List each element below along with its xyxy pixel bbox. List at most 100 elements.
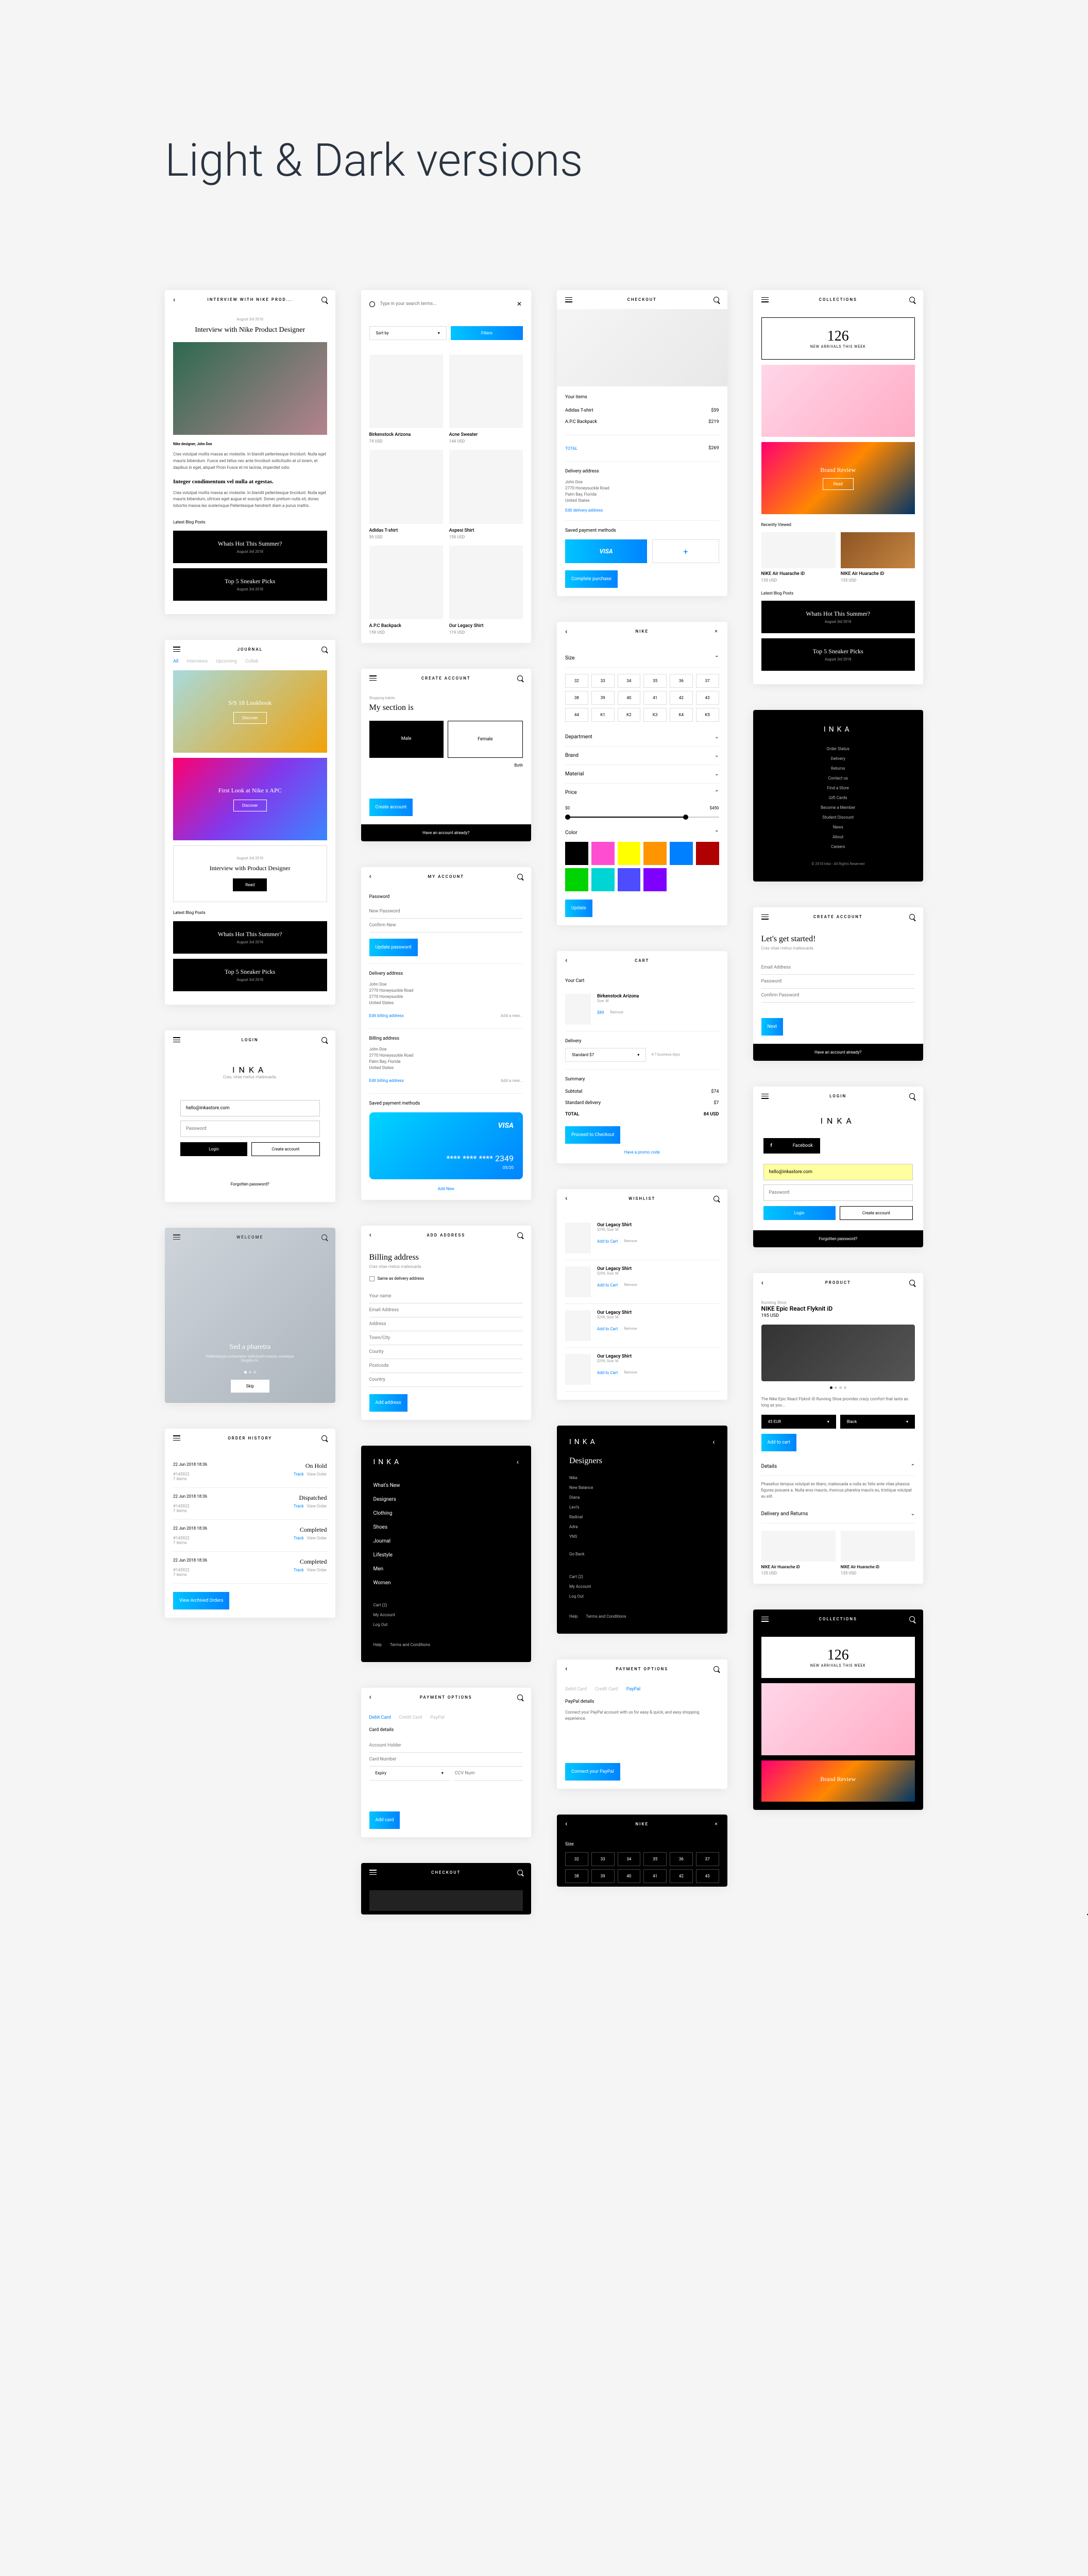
ccv-input[interactable] (455, 1767, 523, 1781)
nav-item[interactable]: Contact us (763, 773, 913, 783)
nav-item[interactable]: Terms and Conditions (586, 1612, 626, 1621)
nav-item[interactable]: News (763, 822, 913, 832)
menu-icon[interactable] (173, 1234, 180, 1240)
size-option[interactable]: 40 (618, 1869, 641, 1883)
search-icon[interactable] (517, 1694, 523, 1700)
brand-review-card[interactable]: Brand Review (761, 1760, 915, 1802)
search-icon[interactable] (909, 914, 915, 920)
remove-link[interactable]: Remove (624, 1370, 637, 1375)
edit-address-link[interactable]: Edit billing address (369, 1078, 404, 1083)
size-option[interactable]: K5 (696, 708, 719, 722)
tab-debit[interactable]: Debit Card (565, 1687, 587, 1692)
back-icon[interactable]: ‹ (565, 628, 568, 636)
size-option[interactable]: 43 (696, 1869, 719, 1883)
size-option[interactable]: K4 (670, 708, 693, 722)
expiry-select[interactable]: Expiry▾ (369, 1767, 450, 1781)
tab-collab[interactable]: Collab (245, 659, 258, 664)
size-option[interactable]: 39 (591, 1869, 615, 1883)
nav-item[interactable]: Diana (569, 1493, 715, 1502)
address-field-input[interactable] (369, 1317, 523, 1331)
have-account-link[interactable]: Have an account already? (361, 824, 532, 841)
login-button[interactable]: Login (763, 1206, 836, 1220)
add-to-cart-link[interactable]: Add to Cart (597, 1283, 618, 1287)
confirm-password-input[interactable] (369, 919, 523, 933)
proceed-checkout-button[interactable]: Proceed to Checkout (565, 1126, 620, 1144)
journal-card[interactable]: S/S 18 Lookbook Discover (173, 670, 327, 753)
nav-item[interactable]: Careers (763, 842, 913, 852)
dot-indicator[interactable] (839, 1386, 842, 1389)
email-input[interactable] (761, 961, 915, 975)
size-option[interactable]: 38 (565, 691, 588, 705)
size-option[interactable]: 36 (670, 674, 693, 688)
size-option[interactable]: 35 (643, 674, 667, 688)
confirm-input[interactable] (761, 989, 915, 1003)
back-icon[interactable]: ‹ (173, 296, 176, 304)
add-new-link[interactable]: Add a new... (501, 1078, 523, 1083)
tab-interviews[interactable]: Interviews (186, 659, 208, 664)
size-option[interactable]: 37 (696, 1852, 719, 1866)
add-card-button[interactable]: Add card (369, 1811, 400, 1829)
product-card[interactable]: Aspesi Shirt159 USD (449, 450, 523, 539)
nav-item[interactable]: YNS (569, 1532, 715, 1541)
email-input[interactable] (180, 1100, 320, 1116)
order-actions[interactable]: Track View Order (294, 1504, 327, 1513)
remove-link[interactable]: Remove (610, 1010, 623, 1014)
visa-option[interactable]: VISA (565, 539, 647, 563)
product-card[interactable]: Adidas T-shirt59 USD (369, 450, 443, 539)
add-new-card-link[interactable]: Add New (438, 1187, 454, 1191)
related-product[interactable]: NIKE Air Huarache iD 135 USD (841, 1531, 915, 1575)
product-card[interactable]: NIKE Air Huarache iD 135 USD (841, 532, 915, 583)
search-icon[interactable] (517, 1870, 523, 1875)
address-field-input[interactable] (369, 1345, 523, 1359)
filter-color[interactable]: Color⌃ (565, 824, 719, 842)
nav-item[interactable]: Student Discount (763, 812, 913, 822)
nav-item[interactable]: Help (373, 1640, 382, 1650)
search-icon[interactable] (713, 297, 719, 302)
close-icon[interactable]: ✕ (715, 629, 719, 634)
menu-icon[interactable] (173, 1037, 180, 1042)
search-icon[interactable] (321, 647, 327, 652)
nav-item[interactable]: Men (373, 1562, 519, 1576)
size-option[interactable]: 44 (565, 708, 588, 722)
dot-indicator[interactable] (244, 1371, 247, 1374)
dot-indicator[interactable] (835, 1386, 837, 1389)
size-option[interactable]: 33 (591, 674, 615, 688)
blog-post-card[interactable]: Whats Hot This Summer? August 3rd 2018 (173, 531, 327, 563)
edit-address-link[interactable]: Edit delivery address (565, 508, 603, 513)
same-address-checkbox[interactable]: Same as delivery address (369, 1276, 523, 1281)
search-icon[interactable] (713, 1666, 719, 1672)
size-option[interactable]: 34 (618, 1852, 641, 1866)
size-option[interactable]: K2 (618, 708, 641, 722)
back-icon[interactable]: ‹ (369, 1231, 372, 1239)
new-arrivals-card[interactable]: 126 NEW ARRIVALS THIS WEEK (761, 317, 915, 360)
address-field-input[interactable] (369, 1303, 523, 1317)
nav-item[interactable]: Radical (569, 1512, 715, 1522)
color-swatch[interactable] (591, 842, 615, 865)
tab-upcoming[interactable]: Upcoming (216, 659, 237, 664)
tab-paypal[interactable]: PayPal (430, 1715, 444, 1720)
discover-button[interactable]: Discover (233, 800, 267, 811)
search-icon[interactable] (321, 1435, 327, 1441)
nav-item[interactable]: Shoes (373, 1520, 519, 1534)
color-swatch[interactable] (618, 842, 641, 865)
create-account-button[interactable]: Create account (251, 1142, 319, 1156)
nav-item[interactable]: Log Out (569, 1591, 715, 1601)
color-swatch[interactable] (643, 842, 667, 865)
filter-price[interactable]: Price⌃ (565, 784, 719, 802)
dot-indicator[interactable] (830, 1386, 832, 1389)
back-icon[interactable]: ‹ (565, 1820, 568, 1828)
size-option[interactable]: 38 (565, 1869, 588, 1883)
search-input[interactable] (380, 297, 512, 311)
promo-link[interactable]: Have a promo code (624, 1150, 660, 1155)
size-option[interactable]: 39 (591, 691, 615, 705)
search-icon[interactable] (909, 1280, 915, 1285)
skip-button[interactable]: Skip (231, 1380, 269, 1393)
have-account-link[interactable]: Have an account already? (753, 1044, 924, 1061)
color-swatch[interactable] (643, 868, 667, 891)
size-option[interactable]: 35 (643, 1852, 667, 1866)
remove-link[interactable]: Remove (624, 1239, 637, 1243)
filter-material[interactable]: Material⌄ (565, 765, 719, 784)
login-button[interactable]: Login (180, 1142, 247, 1156)
read-button[interactable]: Read (823, 478, 854, 490)
account-holder-input[interactable] (369, 1739, 523, 1753)
